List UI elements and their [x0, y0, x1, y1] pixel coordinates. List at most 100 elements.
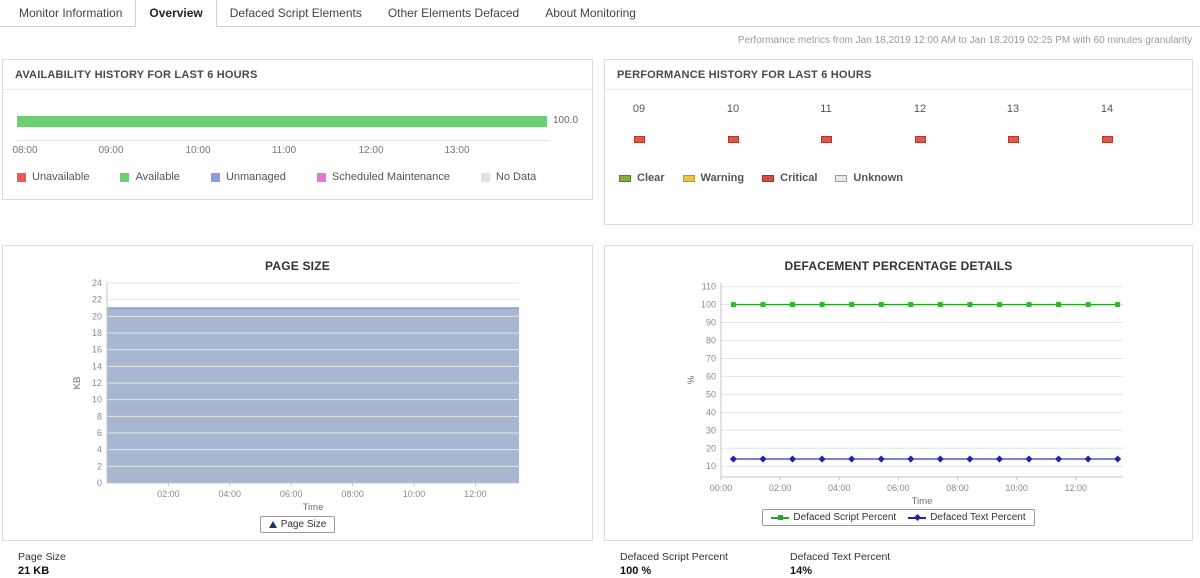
status-square-critical[interactable] — [634, 136, 645, 143]
svg-text:4: 4 — [97, 445, 102, 455]
warning-swatch-icon — [683, 175, 695, 182]
availability-bar[interactable] — [17, 116, 547, 127]
legend-item-available: Available — [120, 171, 179, 183]
legend-item-critical: Critical — [762, 172, 817, 184]
unavailable-swatch-icon — [17, 173, 26, 182]
legend-entry-defaced-text: Defaced Text Percent — [908, 512, 1025, 523]
status-square-critical[interactable] — [1102, 136, 1113, 143]
hour-label: 12 — [892, 103, 948, 115]
defaced-text-percent-metric: Defaced Text Percent 14% — [790, 551, 890, 577]
tab-other-elements-defaced[interactable]: Other Elements Defaced — [375, 0, 532, 26]
svg-text:20: 20 — [706, 443, 716, 453]
metric-label: Page Size — [18, 551, 66, 563]
svg-text:06:00: 06:00 — [887, 483, 910, 493]
legend-label: Unmanaged — [226, 171, 286, 183]
legend-item-unmanaged: Unmanaged — [211, 171, 286, 183]
svg-text:14: 14 — [92, 361, 102, 371]
availability-bar-value: 100.0 — [553, 115, 578, 126]
status-square-critical[interactable] — [1008, 136, 1019, 143]
status-square-critical[interactable] — [915, 136, 926, 143]
metric-label: Defaced Text Percent — [790, 551, 890, 563]
performance-legend: Clear Warning Critical Unknown — [619, 172, 903, 184]
legend-label: Page Size — [281, 519, 327, 530]
metric-value: 14% — [790, 565, 890, 577]
availability-axis-line — [17, 140, 549, 141]
svg-text:Time: Time — [912, 496, 933, 507]
performance-history-panel: PERFORMANCE HISTORY FOR LAST 6 HOURS 09 … — [604, 59, 1193, 225]
svg-text:10:00: 10:00 — [403, 489, 426, 499]
svg-text:90: 90 — [706, 318, 716, 328]
perf-hour-column: 13 — [985, 103, 1041, 143]
defaced-script-percent-metric: Defaced Script Percent 100 % — [620, 551, 728, 577]
legend-label: Scheduled Maintenance — [332, 171, 450, 183]
svg-text:10:00: 10:00 — [1005, 483, 1028, 493]
tab-monitor-information[interactable]: Monitor Information — [6, 0, 135, 26]
defacement-percentage-chart[interactable]: 10203040506070809010011000:0002:0004:000… — [609, 275, 1192, 509]
svg-text:12:00: 12:00 — [464, 489, 487, 499]
legend-label: Clear — [637, 172, 665, 184]
svg-text:Time: Time — [303, 502, 324, 513]
svg-text:60: 60 — [706, 371, 716, 381]
unmanaged-swatch-icon — [211, 173, 220, 182]
svg-text:22: 22 — [92, 295, 102, 305]
legend-label: Defaced Script Percent — [793, 512, 896, 523]
performance-panel-title: PERFORMANCE HISTORY FOR LAST 6 HOURS — [605, 60, 1192, 90]
defacement-chart-legend: Defaced Script Percent Defaced Text Perc… — [605, 509, 1192, 527]
hour-label: 11 — [798, 103, 854, 115]
status-square-critical[interactable] — [821, 136, 832, 143]
svg-text:08:00: 08:00 — [341, 489, 364, 499]
defacement-percentage-panel: DEFACEMENT PERCENTAGE DETAILS 1020304050… — [604, 245, 1193, 541]
available-swatch-icon — [120, 173, 129, 182]
legend-box: Page Size — [260, 516, 336, 533]
svg-text:50: 50 — [706, 389, 716, 399]
page-size-metric: Page Size 21 KB — [18, 551, 66, 577]
perf-hour-column: 12 — [892, 103, 948, 143]
perf-hour-column: 14 — [1079, 103, 1135, 143]
page-size-chart-legend: Page Size — [3, 515, 592, 533]
defacement-chart-title: DEFACEMENT PERCENTAGE DETAILS — [605, 259, 1192, 273]
perf-hour-column: 09 — [611, 103, 667, 143]
legend-label: Unavailable — [32, 171, 89, 183]
svg-text:8: 8 — [97, 411, 102, 421]
page-size-chart[interactable]: 02468101214161820222402:0004:0006:0008:0… — [7, 275, 592, 515]
clear-swatch-icon — [619, 175, 631, 182]
svg-text:08:00: 08:00 — [946, 483, 969, 493]
metric-value: 21 KB — [18, 565, 66, 577]
tab-overview[interactable]: Overview — [135, 0, 216, 27]
svg-text:30: 30 — [706, 425, 716, 435]
defaced-text-marker-icon — [908, 513, 926, 522]
page-size-panel: PAGE SIZE 02468101214161820222402:0004:0… — [2, 245, 593, 541]
svg-text:2: 2 — [97, 461, 102, 471]
defaced-script-marker-icon — [771, 513, 789, 522]
legend-item-unavailable: Unavailable — [17, 171, 89, 183]
legend-label: Critical — [780, 172, 817, 184]
metric-label: Defaced Script Percent — [620, 551, 728, 563]
legend-label: Defaced Text Percent — [930, 512, 1025, 523]
svg-text:40: 40 — [706, 407, 716, 417]
tab-defaced-script-elements[interactable]: Defaced Script Elements — [217, 0, 375, 26]
svg-text:06:00: 06:00 — [280, 489, 303, 499]
unknown-swatch-icon — [835, 175, 847, 182]
availability-tick-0800: 08:00 — [3, 145, 47, 156]
perf-hour-column: 10 — [705, 103, 761, 143]
svg-text:80: 80 — [706, 335, 716, 345]
svg-text:100: 100 — [701, 300, 716, 310]
page-size-marker-icon — [269, 521, 277, 528]
availability-tick-1100: 11:00 — [262, 145, 306, 156]
svg-text:12: 12 — [92, 378, 102, 388]
svg-text:24: 24 — [92, 278, 102, 288]
status-square-critical[interactable] — [728, 136, 739, 143]
svg-text:04:00: 04:00 — [219, 489, 242, 499]
page-size-chart-title: PAGE SIZE — [3, 259, 592, 273]
svg-text:02:00: 02:00 — [157, 489, 180, 499]
svg-text:0: 0 — [97, 478, 102, 488]
svg-text:04:00: 04:00 — [828, 483, 851, 493]
metrics-granularity-note: Performance metrics from Jan 18,2019 12:… — [738, 35, 1192, 46]
legend-label: Warning — [701, 172, 745, 184]
availability-legend: Unavailable Available Unmanaged Schedule… — [17, 171, 536, 183]
critical-swatch-icon — [762, 175, 774, 182]
svg-text:10: 10 — [92, 395, 102, 405]
availability-tick-1300: 13:00 — [435, 145, 479, 156]
tab-about-monitoring[interactable]: About Monitoring — [532, 0, 649, 26]
svg-text:12:00: 12:00 — [1064, 483, 1087, 493]
